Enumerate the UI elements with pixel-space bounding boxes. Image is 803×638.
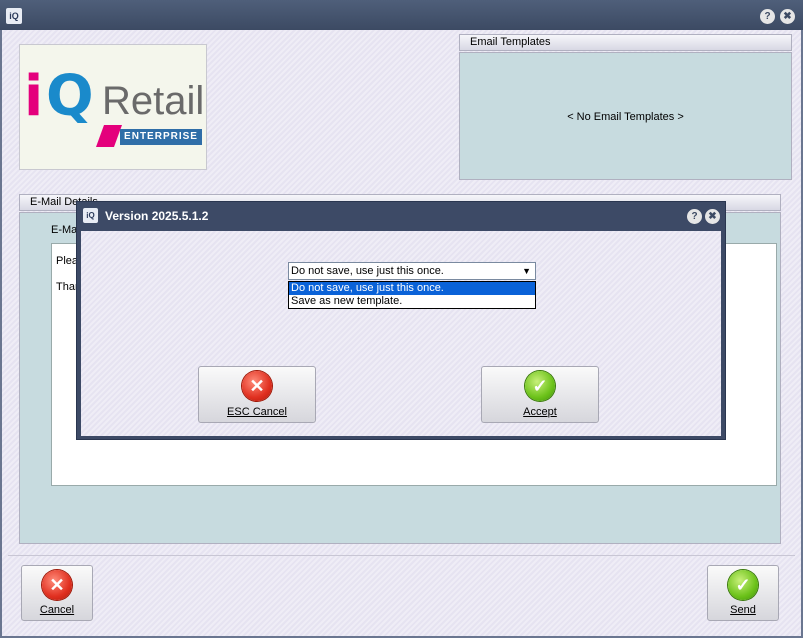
option-do-not-save[interactable]: Do not save, use just this once. <box>289 282 535 295</box>
logo-retail-text: Retail <box>102 79 205 123</box>
cancel-x-icon: ✕ <box>42 570 72 600</box>
save-option-value: Do not save, use just this once. <box>291 265 444 277</box>
save-template-dialog: iQ Version 2025.5.1.2 ? ✖ Do not save, u… <box>76 201 726 440</box>
dialog-client-area: Do not save, use just this once. ▼ Do no… <box>81 231 721 436</box>
cancel-button[interactable]: ✕ Cancel <box>21 565 93 621</box>
iq-retail-logo: i Q Retail ENTERPRISE <box>19 44 207 170</box>
main-titlebar: iQ ? ✖ <box>0 0 803 30</box>
accept-button[interactable]: ✓ Accept <box>481 366 599 423</box>
option-save-new-template[interactable]: Save as new template. <box>289 295 535 308</box>
email-templates-list[interactable]: < No Email Templates > <box>459 52 792 180</box>
logo-i-text: i <box>24 64 44 129</box>
close-icon[interactable]: ✖ <box>780 9 795 24</box>
send-button[interactable]: ✓ Send <box>707 565 779 621</box>
accept-check-icon: ✓ <box>525 371 555 401</box>
save-option-dropdown: Do not save, use just this once. Save as… <box>288 281 536 309</box>
chevron-down-icon[interactable]: ▼ <box>522 263 531 279</box>
dialog-title: Version 2025.5.1.2 <box>105 209 209 223</box>
esc-cancel-label: ESC Cancel <box>227 406 287 418</box>
logo-enterprise-bar: ENTERPRISE <box>120 129 202 145</box>
esc-cancel-x-icon: ✕ <box>242 371 272 401</box>
help-icon[interactable]: ? <box>760 9 775 24</box>
send-label: Send <box>730 604 756 616</box>
save-option-select[interactable]: Do not save, use just this once. ▼ <box>288 262 536 280</box>
logo-q-text: Q <box>46 64 94 129</box>
logo-swoosh-icon <box>95 125 123 147</box>
footer-separator <box>8 555 795 556</box>
esc-cancel-button[interactable]: ✕ ESC Cancel <box>198 366 316 423</box>
dialog-close-icon[interactable]: ✖ <box>705 209 720 224</box>
dialog-logo-icon: iQ <box>83 208 98 223</box>
dialog-help-icon[interactable]: ? <box>687 209 702 224</box>
app-logo-icon: iQ <box>6 8 22 24</box>
send-check-icon: ✓ <box>728 570 758 600</box>
accept-label: Accept <box>523 406 557 418</box>
no-templates-text: < No Email Templates > <box>567 111 684 123</box>
cancel-label: Cancel <box>39 604 75 616</box>
email-templates-header: Email Templates <box>459 34 792 51</box>
email-label: E-Ma <box>51 224 78 236</box>
